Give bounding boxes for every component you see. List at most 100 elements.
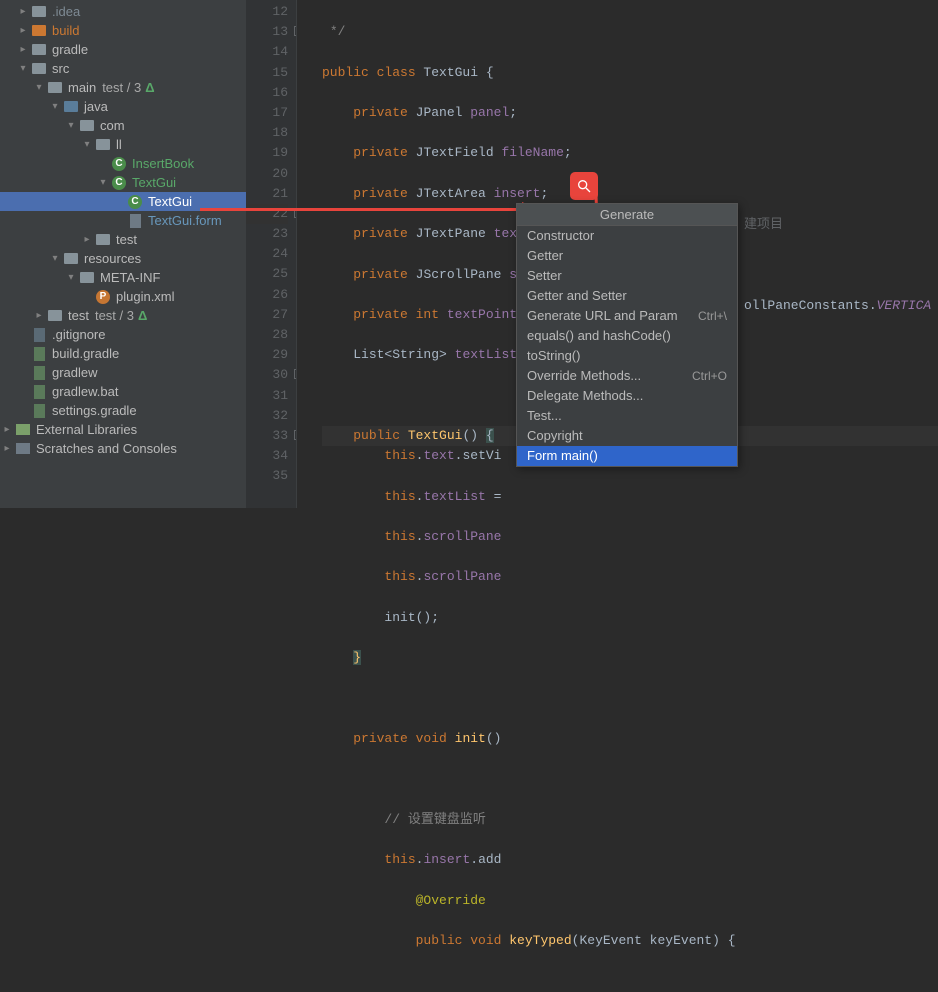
menu-item-setter[interactable]: Setter (517, 266, 737, 286)
code-text: . (416, 569, 424, 584)
code-text: private int (353, 307, 447, 322)
menu-label: Form main() (527, 446, 598, 466)
tree-item-main[interactable]: ▾maintest / 3Δ (0, 78, 246, 97)
code-text: public class (322, 65, 423, 80)
menu-item-form-main[interactable]: Form main() (517, 446, 737, 466)
code-text: this (384, 489, 415, 504)
code-text: // 设置键盘监听 (384, 812, 485, 827)
chevron-down-icon: ▾ (32, 82, 46, 93)
menu-item-override[interactable]: Override Methods...Ctrl+O (517, 366, 737, 386)
tree-item-gitignore[interactable]: .gitignore (0, 325, 246, 344)
tree-item-java[interactable]: ▾java (0, 97, 246, 116)
tree-label: .idea (52, 4, 80, 19)
menu-item-test[interactable]: Test... (517, 406, 737, 426)
tree-item-test-pkg[interactable]: ▸test (0, 230, 246, 249)
library-icon (16, 424, 30, 435)
tree-item-src[interactable]: ▾ src (0, 59, 246, 78)
menu-item-gen-url[interactable]: Generate URL and Param Ctrl+\ (517, 306, 737, 326)
menu-label: Getter (527, 246, 563, 266)
tree-item-test-mod[interactable]: ▸testtest / 3Δ (0, 306, 246, 325)
source-folder-icon (64, 101, 78, 112)
project-tree[interactable]: ▸ .idea ▸ build ▸gradle ▾ src ▾maintest / 3… (0, 0, 246, 508)
code-text: private (353, 186, 415, 201)
tree-label: test (116, 232, 137, 247)
search-icon (576, 178, 592, 194)
menu-item-getter-setter[interactable]: Getter and Setter (517, 286, 737, 306)
menu-item-delegate[interactable]: Delegate Methods... (517, 386, 737, 406)
code-text: JTextArea (416, 186, 494, 201)
menu-item-tostring[interactable]: toString() (517, 346, 737, 366)
gradle-icon (34, 347, 45, 361)
tree-item-textgui-form[interactable]: TextGui.form (0, 211, 246, 230)
code-text: . (416, 852, 424, 867)
code-text: List<String> (353, 347, 454, 362)
code-text: this (384, 448, 415, 463)
class-icon: C (112, 176, 126, 190)
code-text: keyTyped (509, 933, 571, 948)
shortcut: Ctrl+\ (698, 306, 727, 326)
tree-item-textgui-selected[interactable]: CTextGui (0, 192, 246, 211)
tree-item-insertbook[interactable]: CInsertBook (0, 154, 246, 173)
code-text: JScrollPane (416, 267, 510, 282)
tree-label: java (84, 99, 108, 114)
tree-label: External Libraries (36, 422, 137, 437)
tree-item-gradle[interactable]: ▸gradle (0, 40, 246, 59)
chevron-right-icon: ▸ (0, 424, 14, 435)
code-text: init (455, 731, 486, 746)
code-text: { (486, 428, 494, 443)
tree-label: build (52, 23, 79, 38)
folder-icon (32, 6, 46, 17)
menu-label: Generate URL and Param (527, 306, 678, 326)
code-text: 建项目 (744, 213, 783, 232)
code-text: scrollPane (423, 569, 501, 584)
menu-item-equals[interactable]: equals() and hashCode() (517, 326, 737, 346)
tree-item-metainf[interactable]: ▾META-INF (0, 268, 246, 287)
code-text: textList (423, 489, 485, 504)
chevron-right-icon: ▸ (16, 25, 30, 36)
tree-item-pluginxml[interactable]: Pplugin.xml (0, 287, 246, 306)
code-text: @Override (416, 893, 486, 908)
tree-label: test (68, 308, 89, 323)
code-text: = (486, 489, 502, 504)
menu-title: Generate (517, 204, 737, 226)
tree-item-gradlewbat[interactable]: gradlew.bat (0, 382, 246, 401)
tree-item-build[interactable]: ▸ build (0, 21, 246, 40)
code-text: panel (470, 105, 509, 120)
tree-item-gradlew[interactable]: gradlew (0, 363, 246, 382)
tree-item-external-libs[interactable]: ▸ External Libraries (0, 420, 246, 439)
menu-item-constructor[interactable]: Constructor (517, 226, 737, 246)
code-text: JTextField (416, 145, 502, 160)
menu-label: Getter and Setter (527, 286, 627, 306)
delta-icon: Δ (145, 80, 154, 95)
tree-item-ll[interactable]: ▾ll (0, 135, 246, 154)
vcs-info: test / 3 (95, 308, 134, 323)
scratches-icon (16, 443, 30, 454)
menu-item-copyright[interactable]: Copyright (517, 426, 737, 446)
chevron-down-icon: ▾ (16, 63, 30, 74)
code-text: } (353, 650, 361, 665)
tree-label: gradlew.bat (52, 384, 119, 399)
tree-label: com (100, 118, 125, 133)
tree-item-com[interactable]: ▾com (0, 116, 246, 135)
search-button[interactable] (570, 172, 598, 200)
line-gutter: 12 13− 14 15 16 17 18 19 20 21 22− 23 24… (246, 0, 296, 508)
tree-item-textgui[interactable]: ▾CTextGui (0, 173, 246, 192)
tree-item-scratches[interactable]: ▸Scratches and Consoles (0, 439, 246, 458)
tree-label: build.gradle (52, 346, 119, 361)
code-text: JPanel (416, 105, 471, 120)
code-text: TextGui (408, 428, 463, 443)
folder-icon (32, 63, 46, 74)
code-text: ollPaneConstants.VERTICA (744, 298, 931, 313)
chevron-right-icon: ▸ (16, 6, 30, 17)
form-icon (130, 214, 141, 228)
code-text: private void (353, 731, 454, 746)
delta-icon: Δ (138, 308, 147, 323)
tree-item-settingsgradle[interactable]: settings.gradle (0, 401, 246, 420)
package-icon (80, 120, 94, 131)
tree-item-idea[interactable]: ▸ .idea (0, 2, 246, 21)
tree-item-buildgradle[interactable]: build.gradle (0, 344, 246, 363)
tree-item-resources[interactable]: ▾resources (0, 249, 246, 268)
tree-label: settings.gradle (52, 403, 137, 418)
menu-item-getter[interactable]: Getter (517, 246, 737, 266)
tree-label: src (52, 61, 69, 76)
